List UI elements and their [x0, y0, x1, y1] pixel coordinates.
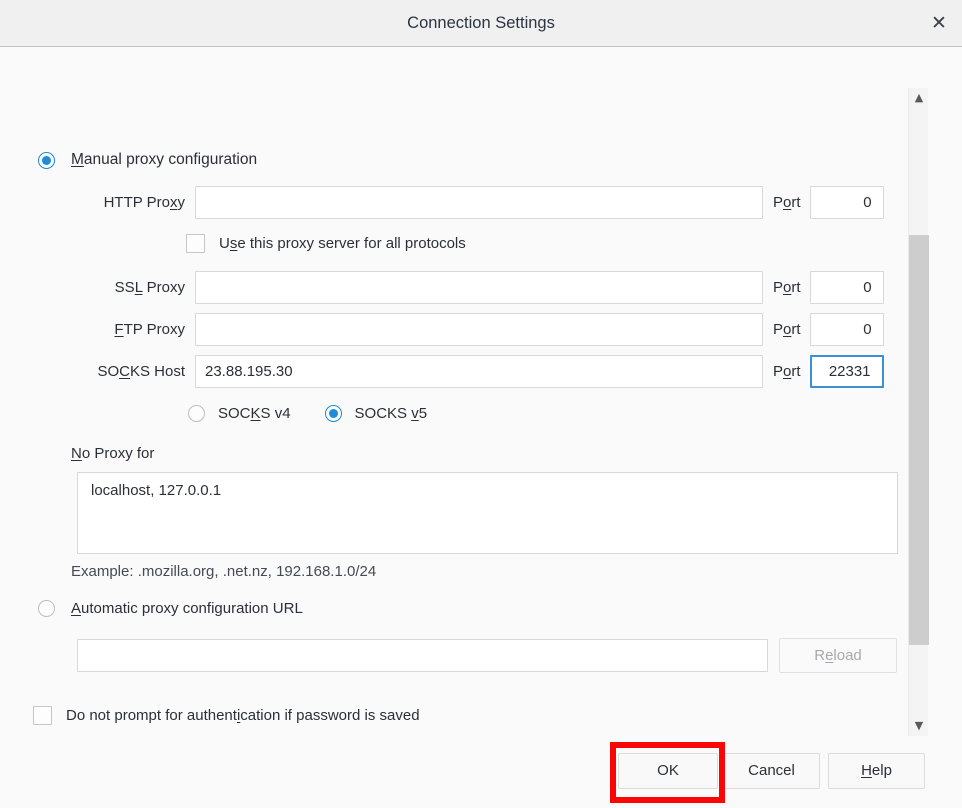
http-proxy-label: HTTP Proxy — [103, 194, 185, 211]
http-port-input[interactable]: 0 — [809, 186, 884, 219]
http-proxy-input[interactable] — [195, 186, 763, 219]
radio-socks-v5-indicator[interactable] — [324, 405, 342, 422]
scrollbar-thumb[interactable] — [909, 235, 929, 645]
radio-socks-v5[interactable]: SOCKS v5 — [324, 405, 428, 422]
vertical-scrollbar[interactable]: ▲ ▼ — [908, 88, 929, 736]
settings-scroll-area: Manual proxy configuration HTTP Proxy Po… — [0, 48, 906, 738]
http-proxy-row: HTTP Proxy Port 0 — [79, 186, 884, 219]
ftp-proxy-row: FTP Proxy Port 0 — [79, 313, 884, 346]
ssl-proxy-label: SSL Proxy — [114, 279, 185, 296]
use-all-protocols-label: Use this proxy server for all protocols — [219, 235, 466, 252]
no-prompt-authentication-checkbox[interactable] — [33, 706, 52, 725]
help-button[interactable]: Help — [828, 753, 925, 789]
radio-automatic-proxy-label: Automatic proxy configuration URL — [71, 600, 303, 617]
socks-port-input[interactable]: 22331 — [809, 355, 884, 388]
radio-automatic-proxy-configuration[interactable]: Automatic proxy configuration URL — [38, 600, 303, 617]
ssl-port-input[interactable]: 0 — [809, 271, 884, 304]
ftp-port-input[interactable]: 0 — [809, 313, 884, 346]
radio-manual-proxy-label: Manual proxy configuration — [71, 151, 258, 168]
ftp-port-label: Port — [773, 321, 801, 338]
chevron-up-icon[interactable]: ▲ — [909, 88, 929, 108]
socks-host-input[interactable]: 23.88.195.30 — [195, 355, 763, 388]
dialog-title: Connection Settings — [407, 14, 555, 32]
no-proxy-label: No Proxy for — [71, 445, 155, 462]
dialog-titlebar: Connection Settings ✕ — [0, 0, 962, 47]
ok-button[interactable]: OK — [618, 753, 718, 789]
radio-manual-proxy-indicator[interactable] — [38, 151, 55, 169]
radio-manual-proxy-configuration[interactable]: Manual proxy configuration — [38, 151, 257, 169]
ssl-proxy-row: SSL Proxy Port 0 — [79, 271, 884, 304]
socks-port-label: Port — [773, 363, 801, 380]
no-prompt-authentication-label: Do not prompt for authentication if pass… — [66, 707, 420, 724]
automatic-proxy-url-input[interactable] — [77, 639, 768, 672]
no-proxy-example-text: Example: .mozilla.org, .net.nz, 192.168.… — [71, 563, 377, 580]
use-all-protocols-checkbox[interactable] — [186, 234, 205, 253]
socks-version-group: SOCKS v4 SOCKS v5 — [188, 405, 427, 422]
ftp-proxy-input[interactable] — [195, 313, 763, 346]
radio-socks-v5-label: SOCKS v5 — [354, 405, 428, 422]
radio-socks-v4[interactable]: SOCKS v4 — [188, 405, 291, 422]
checkbox-no-prompt-authentication[interactable]: Do not prompt for authentication if pass… — [33, 706, 420, 725]
radio-socks-v4-indicator[interactable] — [188, 405, 205, 422]
ftp-proxy-label: FTP Proxy — [114, 321, 185, 338]
no-proxy-textarea[interactable]: localhost, 127.0.0.1 — [77, 472, 898, 554]
http-port-label: Port — [773, 194, 801, 211]
radio-socks-v4-label: SOCKS v4 — [218, 405, 291, 422]
checkbox-use-proxy-all-protocols[interactable]: Use this proxy server for all protocols — [186, 234, 466, 253]
chevron-down-icon[interactable]: ▼ — [909, 716, 929, 736]
radio-automatic-proxy-indicator[interactable] — [38, 600, 55, 617]
socks-host-row: SOCKS Host 23.88.195.30 Port 22331 — [79, 355, 884, 388]
ssl-port-label: Port — [773, 279, 801, 296]
close-icon[interactable]: ✕ — [916, 0, 962, 46]
ssl-proxy-input[interactable] — [195, 271, 763, 304]
cancel-button[interactable]: Cancel — [723, 753, 820, 789]
socks-host-label: SOCKS Host — [97, 363, 185, 380]
reload-button[interactable]: Reload — [779, 638, 897, 673]
